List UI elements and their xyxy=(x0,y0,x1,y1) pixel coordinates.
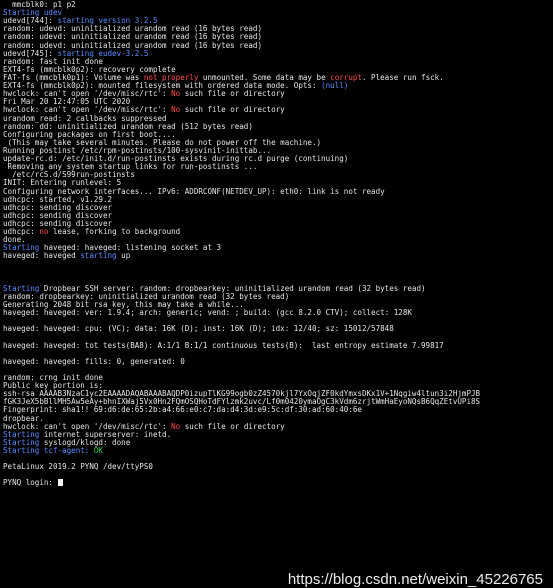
terminal-text: haveged: haveged: fills: 0, generated: 0 xyxy=(3,356,185,366)
terminal-text: such file or directory xyxy=(180,421,285,431)
terminal-text: haveged: haveged: cpu: (VC); data: 16K (… xyxy=(3,324,394,334)
terminal-line: haveged: haveged: tot tests(BA8): A:1/1 … xyxy=(3,340,553,350)
terminal-line: haveged: haveged starting up xyxy=(3,252,553,260)
terminal-text: haveged: haveged xyxy=(3,251,81,261)
terminal-line: mmcblk0: p1 p2 xyxy=(3,1,553,9)
terminal-text: . Please run fsck. xyxy=(361,72,444,82)
terminal-text: No xyxy=(171,421,181,431)
terminal-text: lease, forking to background xyxy=(48,227,181,237)
terminal-text: OK xyxy=(93,446,103,456)
terminal-text: PetaLinux 2019.2 PYNQ /dev/ttyPS0 xyxy=(3,462,153,472)
terminal-text: No xyxy=(171,89,181,99)
terminal-text: No xyxy=(171,105,181,115)
terminal-line: Starting tcf-agent: OK xyxy=(3,446,553,456)
terminal-line: haveged: haveged: fills: 0, generated: 0 xyxy=(3,356,553,366)
terminal-text: haveged: haveged: tot tests(BA8): A:1/1 … xyxy=(3,340,444,350)
cursor xyxy=(57,479,63,487)
terminal-text: haveged: haveged: ver: 1.9.4; arch: gene… xyxy=(3,308,412,318)
terminal-line: PetaLinux 2019.2 PYNQ /dev/ttyPS0 xyxy=(3,463,553,471)
terminal-line: haveged: haveged: cpu: (VC); data: 16K (… xyxy=(3,325,553,333)
terminal-line: Fingerprint: sha1!! 69:d6:de:65:2b:a4:66… xyxy=(3,406,553,414)
watermark: https://blog.csdn.net/weixin_45226765 xyxy=(287,570,543,588)
terminal-line: PYNQ login: xyxy=(3,479,553,487)
terminal-text: Starting tcf-agent: xyxy=(3,446,94,456)
terminal-text: PYNQ login: xyxy=(3,478,58,488)
terminal-text: starting xyxy=(80,251,117,261)
terminal-line: udhcpc: no lease, forking to background xyxy=(3,228,553,236)
terminal-text: Fingerprint: sha1!! 69:d6:de:65:2b:a4:66… xyxy=(3,405,362,415)
terminal-text: such file or directory xyxy=(180,89,285,99)
terminal-output[interactable]: mmcblk0: p1 p2 Starting udev udevd[744]: s… xyxy=(3,1,553,587)
terminal-line: haveged: haveged: ver: 1.9.4; arch: gene… xyxy=(3,309,553,317)
terminal-text: up xyxy=(116,251,131,261)
terminal-text: such file or directory xyxy=(180,105,285,115)
terminal-text: (null) xyxy=(321,81,349,91)
